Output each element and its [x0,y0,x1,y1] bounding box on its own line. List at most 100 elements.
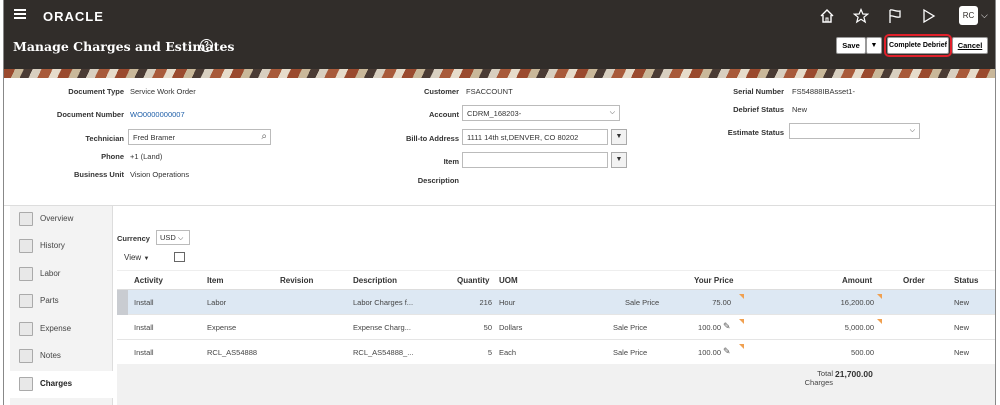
description-cell: Expense Charg... [353,323,411,332]
table-header: Activity Item Revision Description Quant… [117,270,995,290]
global-header: ORACLE RC ⌵ [4,0,995,31]
changed-indicator-icon [739,344,744,349]
document-number-link[interactable]: WO0000000007 [130,110,185,119]
amount-link[interactable]: 500.00 [817,348,874,357]
nav-item-label: Expense [40,324,72,333]
detach-icon[interactable] [174,252,185,262]
item-cell: Labor [207,298,227,307]
search-icon[interactable]: ⌕ [261,131,267,142]
caret-down-icon: ▼ [143,256,150,262]
price-cell[interactable]: 100.00 [687,348,721,357]
save-button[interactable]: Save [836,37,866,54]
price-type-cell: Sale Price [613,348,648,357]
nav-item-labor[interactable]: Labor [10,261,113,288]
cancel-button[interactable]: Cancel [952,37,988,54]
status-cell: New [954,323,970,332]
edit-pencil-icon[interactable]: ✎ [723,321,731,332]
app-frame: ORACLE RC ⌵ Manage Charges and Estimates… [3,0,996,405]
changed-indicator-icon [739,294,744,299]
parts-icon [19,294,33,308]
item-dropdown-button[interactable]: ▼ [611,152,627,168]
page-header: Manage Charges and Estimates ? Save ▼ Co… [4,31,995,69]
nav-item-expense[interactable]: Expense [10,316,113,343]
column-header-quantity[interactable]: Quantity [457,276,489,285]
nav-item-history[interactable]: History [10,233,113,260]
column-header-activity[interactable]: Activity [134,276,163,285]
technician-field[interactable]: Fred Bramer ⌕ [128,129,271,145]
overview-icon [19,212,33,226]
menu-icon[interactable] [14,9,26,19]
help-icon[interactable]: ? [200,39,213,52]
quantity-cell: 216 [479,298,492,307]
account-value: CDRM_168203- [467,109,522,118]
phone-label: Phone [101,152,124,161]
notifications-icon[interactable] [921,8,937,24]
view-label: View [124,253,142,262]
complete-debrief-button[interactable]: Complete Debrief [884,34,952,57]
currency-select[interactable]: USD ⌵ [156,230,190,245]
edit-pencil-icon[interactable]: ✎ [723,346,731,357]
nav-item-label: Overview [40,214,74,223]
save-dropdown-button[interactable]: ▼ [866,37,882,54]
price-type-cell: Sale Price [613,323,648,332]
table-row[interactable]: Install Expense Expense Charg... 50 Doll… [117,315,995,340]
row-selector[interactable] [117,290,128,315]
column-header-your-price[interactable]: Your Price [694,276,733,285]
nav-item-overview[interactable]: Overview [10,206,113,233]
chevron-down-icon: ⌵ [609,109,615,116]
changed-indicator-icon [877,319,882,324]
nav-item-parts[interactable]: Parts [10,288,113,315]
document-type-value: Service Work Order [130,87,196,96]
column-header-status[interactable]: Status [954,276,978,285]
price-cell[interactable]: 75.00 [697,298,731,307]
notes-icon [19,349,33,363]
table-row[interactable]: Install Labor Labor Charges f... 216 Hou… [117,290,995,315]
section-divider [4,205,995,206]
watchlist-flag-icon[interactable] [887,8,903,24]
price-type-cell: Sale Price [625,298,660,307]
total-charges-label: Total Charges [804,369,833,387]
home-icon[interactable] [819,8,835,24]
favorites-star-icon[interactable] [852,7,870,24]
nav-item-notes[interactable]: Notes [10,343,113,370]
column-header-description[interactable]: Description [353,276,397,285]
description-label: Description [417,176,459,185]
customer-value: FSACCOUNT [466,87,513,96]
user-avatar[interactable]: RC [959,6,978,25]
estimate-status-label: Estimate Status [727,128,784,137]
chevron-down-icon: ⌵ [909,127,915,134]
table-row[interactable]: Install RCL_AS54888 RCL_AS54888_... 5 Ea… [117,340,995,365]
currency-value: USD [160,233,176,242]
changed-indicator-icon [877,294,882,299]
column-header-uom[interactable]: UOM [499,276,518,285]
bill-to-address-value: 1111 14th st,DENVER, CO 80202 [467,133,579,142]
nav-item-label: History [40,241,65,250]
item-field[interactable] [462,152,608,168]
column-header-amount[interactable]: Amount [842,276,872,285]
nav-item-label: Notes [40,351,61,360]
activity-cell: Install [134,298,154,307]
quantity-cell: 50 [483,323,492,332]
decorative-banner [4,69,995,78]
nav-item-charges[interactable]: Charges [10,371,113,398]
uom-cell: Dollars [499,323,523,332]
document-number-label: Document Number [56,110,124,119]
view-menu[interactable]: View ▼ [124,253,149,262]
customer-label: Customer [423,87,459,96]
price-cell[interactable]: 100.00 [687,323,721,332]
bill-to-address-field[interactable]: 1111 14th st,DENVER, CO 80202 [462,129,608,145]
column-header-item[interactable]: Item [207,276,223,285]
activity-cell: Install [134,323,154,332]
totals-row: Total Charges 21,700.00 [117,364,995,405]
description-cell: RCL_AS54888_... [353,348,414,357]
column-header-revision[interactable]: Revision [280,276,313,285]
serial-number-value: FS54888IBAsset1- [792,87,855,96]
amount-link[interactable]: 16,200.00 [817,298,874,307]
technician-value: Fred Bramer [133,133,176,142]
chevron-down-icon[interactable]: ⌵ [981,10,988,21]
column-header-order[interactable]: Order [903,276,925,285]
amount-link[interactable]: 5,000.00 [817,323,874,332]
account-select[interactable]: CDRM_168203- ⌵ [462,105,620,121]
estimate-status-select[interactable]: ⌵ [789,123,920,139]
bill-to-dropdown-button[interactable]: ▼ [611,129,627,145]
